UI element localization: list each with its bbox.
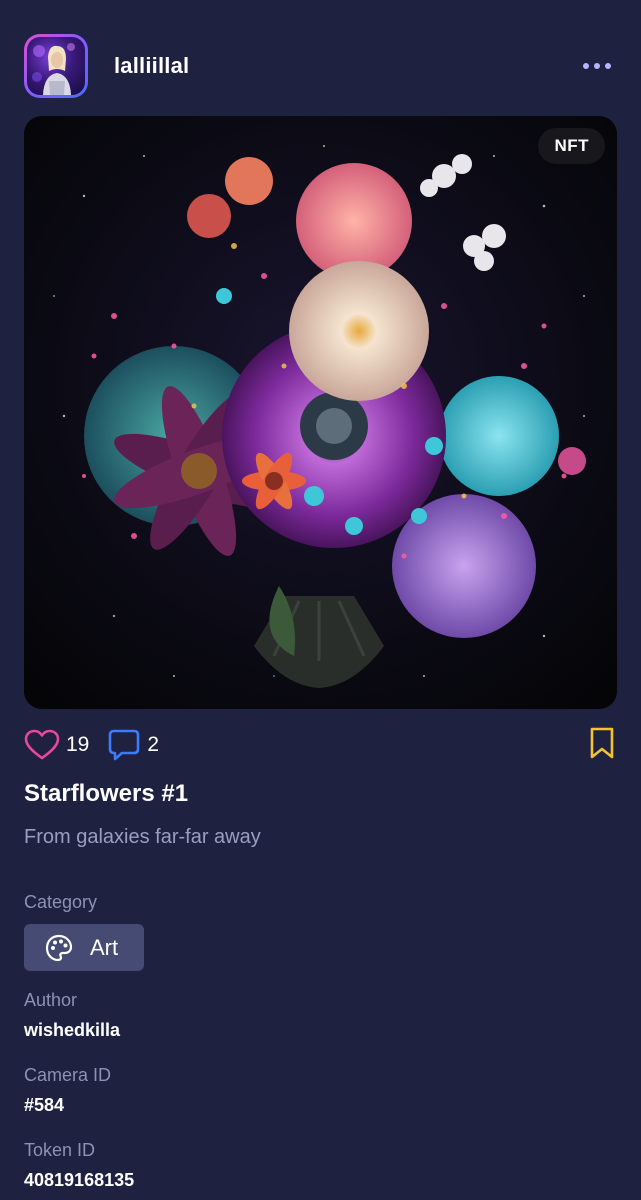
avatar[interactable] <box>24 34 88 98</box>
comment-icon <box>109 729 140 761</box>
post-actions: 19 2 <box>24 726 617 764</box>
post-title: Starflowers #1 <box>24 780 189 807</box>
avatar-image <box>27 37 85 95</box>
author-label: Author <box>24 990 78 1010</box>
like-button[interactable]: 19 <box>24 729 89 761</box>
more-horizontal-icon <box>583 63 611 69</box>
bookmark-icon <box>590 727 614 758</box>
nft-artwork[interactable]: NFT <box>24 116 617 709</box>
category-chip[interactable]: Art <box>24 924 144 971</box>
palette-icon <box>45 934 73 961</box>
flower-bouquet-image <box>24 116 617 709</box>
avatar-portrait-icon <box>32 43 75 95</box>
comment-button[interactable]: 2 <box>107 728 159 762</box>
category-value: Art <box>90 934 119 960</box>
more-options-button[interactable] <box>577 46 617 86</box>
category-label: Category <box>24 892 98 912</box>
token-id-label: Token ID <box>24 1140 96 1160</box>
heart-icon <box>24 729 60 760</box>
like-count: 19 <box>66 733 90 756</box>
post-header: lalliillal <box>24 34 617 98</box>
author-value[interactable]: wishedkilla <box>24 1020 120 1041</box>
comment-count: 2 <box>147 733 160 756</box>
token-id-value: 40819168135 <box>24 1170 135 1190</box>
camera-id-value: #584 <box>24 1095 65 1115</box>
bookmark-button[interactable] <box>587 726 617 765</box>
nft-badge: NFT <box>538 128 605 164</box>
username[interactable]: lalliillal <box>114 53 189 79</box>
post-description: From galaxies far-far away <box>24 826 261 848</box>
camera-id-label: Camera ID <box>24 1065 112 1085</box>
